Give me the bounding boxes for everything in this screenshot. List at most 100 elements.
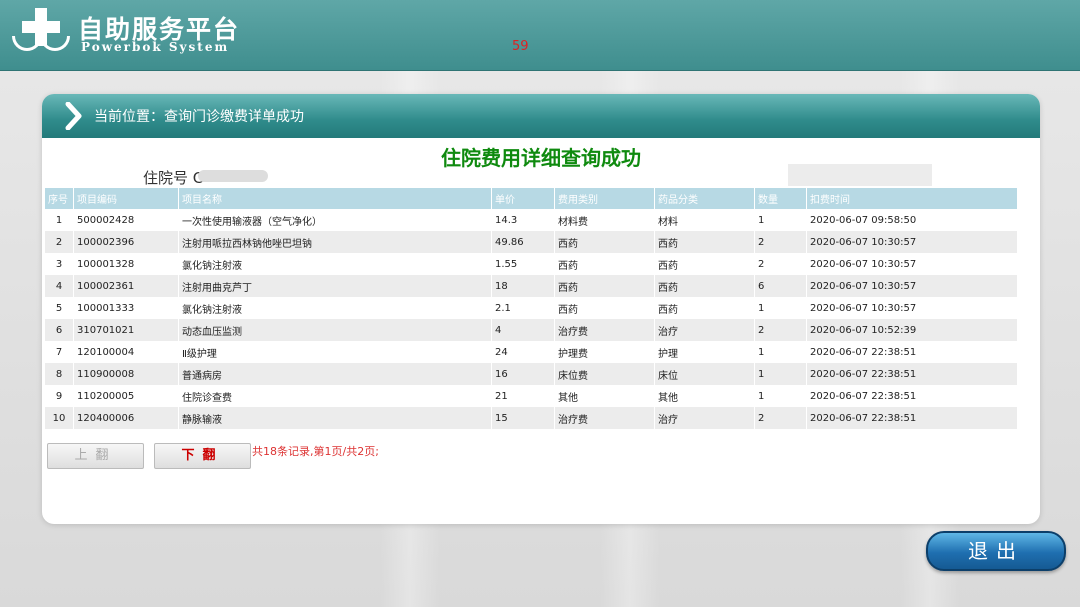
table-cell: 2: [754, 319, 807, 341]
table-cell: 310701021: [73, 319, 179, 341]
countdown-counter: 59: [512, 39, 529, 54]
table-cell: 14.3: [491, 209, 555, 231]
table-cell: 100002361: [73, 275, 179, 297]
table-cell: 其他: [654, 385, 755, 407]
table-cell: 一次性使用输液器（空气净化）: [178, 209, 492, 231]
table-cell: 氯化钠注射液: [178, 297, 492, 319]
table-cell: 2: [754, 407, 807, 429]
table-row: 1 500002428 一次性使用输液器（空气净化） 14.3 材料费 材料 1 2020-0…: [45, 209, 1018, 231]
table-cell: 5: [45, 297, 74, 319]
table-cell: 9: [45, 385, 74, 407]
table-cell: 2: [754, 253, 807, 275]
next-page-button[interactable]: 下翻: [154, 443, 251, 469]
table-cell: 2020-06-07 09:58:50: [806, 209, 1018, 231]
table-cell: 2020-06-07 22:38:51: [806, 385, 1018, 407]
table-cell: 49.86: [491, 231, 555, 253]
col-header: 扣费时间: [806, 188, 1018, 209]
table-cell: 床位: [654, 363, 755, 385]
table-cell: 8: [45, 363, 74, 385]
table-cell: 注射用曲克芦丁: [178, 275, 492, 297]
table-cell: Ⅱ级护理: [178, 341, 492, 363]
table-cell: 护理: [654, 341, 755, 363]
redacted-info: [788, 164, 932, 186]
table-cell: 1: [45, 209, 74, 231]
table-cell: 2020-06-07 10:52:39: [806, 319, 1018, 341]
table-cell: 2020-06-07 10:30:57: [806, 275, 1018, 297]
table-cell: 材料: [654, 209, 755, 231]
table-cell: 7: [45, 341, 74, 363]
table-row: 2 100002396 注射用哌拉西林钠他唑巴坦钠 49.86 西药 西药 2 2020-06…: [45, 231, 1018, 253]
table-cell: 100002396: [73, 231, 179, 253]
table-row: 3 100001328 氯化钠注射液 1.55 西药 西药 2 2020-06-07 10:3…: [45, 253, 1018, 275]
table-cell: 100001333: [73, 297, 179, 319]
table-cell: 其他: [554, 385, 655, 407]
table-cell: 110200005: [73, 385, 179, 407]
col-header: 数量: [754, 188, 807, 209]
table-cell: 西药: [654, 275, 755, 297]
table-cell: 1: [754, 209, 807, 231]
table-row: 5 100001333 氯化钠注射液 2.1 西药 西药 1 2020-06-07 10:30…: [45, 297, 1018, 319]
table-cell: 西药: [654, 253, 755, 275]
col-header: 药品分类: [654, 188, 755, 209]
table-cell: 静脉输液: [178, 407, 492, 429]
col-header: 单价: [491, 188, 555, 209]
app-subtitle: Powerbok System: [81, 40, 230, 54]
table-cell: 普通病房: [178, 363, 492, 385]
table-cell: 治疗费: [554, 319, 655, 341]
table-cell: 治疗费: [554, 407, 655, 429]
table-cell: 西药: [654, 297, 755, 319]
prev-page-button[interactable]: 上翻: [47, 443, 144, 469]
table-cell: 1.55: [491, 253, 555, 275]
table-cell: 2020-06-07 10:30:57: [806, 253, 1018, 275]
table-cell: 2020-06-07 22:38:51: [806, 407, 1018, 429]
table-cell: 4: [491, 319, 555, 341]
table-cell: 2.1: [491, 297, 555, 319]
table-cell: 治疗: [654, 319, 755, 341]
table-cell: 21: [491, 385, 555, 407]
table-row: 7 120100004 Ⅱ级护理 24 护理费 护理 1 2020-06-07 22:38:5…: [45, 341, 1018, 363]
table-cell: 1: [754, 297, 807, 319]
table-cell: 西药: [554, 275, 655, 297]
table-cell: 材料费: [554, 209, 655, 231]
table-cell: 西药: [554, 253, 655, 275]
table-cell: 西药: [554, 231, 655, 253]
table-row: 8 110900008 普通病房 16 床位费 床位 1 2020-06-07 22:38:5…: [45, 363, 1018, 385]
table-cell: 1: [754, 341, 807, 363]
col-header: 项目名称: [178, 188, 492, 209]
table-cell: 16: [491, 363, 555, 385]
table-cell: 2020-06-07 22:38:51: [806, 341, 1018, 363]
table-cell: 1: [754, 363, 807, 385]
table-cell: 护理费: [554, 341, 655, 363]
table-cell: 注射用哌拉西林钠他唑巴坦钠: [178, 231, 492, 253]
chevron-right-icon: [65, 102, 82, 130]
table-cell: 2020-06-07 22:38:51: [806, 363, 1018, 385]
table-cell: 6: [754, 275, 807, 297]
table-row: 10 120400006 静脉输液 15 治疗费 治疗 2 2020-06-07 22:38:…: [45, 407, 1018, 429]
admission-row: 住院号 C: [48, 164, 968, 187]
redacted-admission-number: [198, 170, 268, 182]
table-cell: 10: [45, 407, 74, 429]
col-header: 费用类别: [554, 188, 655, 209]
table-cell: 4: [45, 275, 74, 297]
fee-detail-table: 序号 项目编码 项目名称 单价 费用类别 药品分类 数量 扣费时间 1 50000…: [45, 188, 1018, 429]
app-header: 自助服务平台 Powerbok System 59: [0, 0, 1080, 71]
table-cell: 氯化钠注射液: [178, 253, 492, 275]
table-cell: 15: [491, 407, 555, 429]
table-cell: 3: [45, 253, 74, 275]
pager-summary: 共18条记录,第1页/共2页;: [252, 445, 379, 458]
table-cell: 西药: [554, 297, 655, 319]
table-cell: 100001328: [73, 253, 179, 275]
panel-header: 当前位置：查询门诊缴费详单成功: [42, 94, 1040, 138]
table-row: 4 100002361 注射用曲克芦丁 18 西药 西药 6 2020-06-07 10:30…: [45, 275, 1018, 297]
exit-button[interactable]: 退出: [926, 531, 1066, 571]
table-cell: 120100004: [73, 341, 179, 363]
table-cell: 住院诊查费: [178, 385, 492, 407]
breadcrumb: 当前位置：查询门诊缴费详单成功: [94, 109, 304, 125]
table-cell: 110900008: [73, 363, 179, 385]
table-cell: 1: [754, 385, 807, 407]
table-cell: 治疗: [654, 407, 755, 429]
table-cell: 6: [45, 319, 74, 341]
table-cell: 120400006: [73, 407, 179, 429]
table-cell: 2: [45, 231, 74, 253]
table-row: 9 110200005 住院诊查费 21 其他 其他 1 2020-06-07 22:38:5…: [45, 385, 1018, 407]
